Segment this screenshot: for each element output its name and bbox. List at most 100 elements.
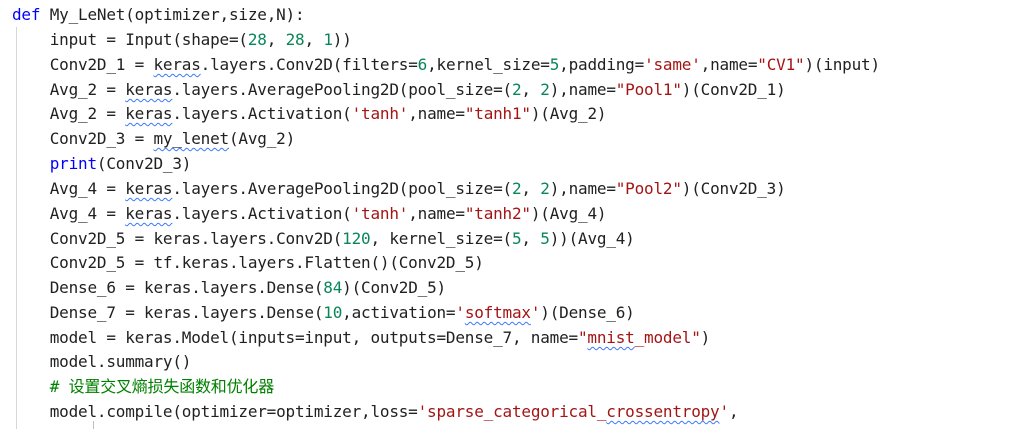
code-token: 'tanh' <box>351 204 409 223</box>
code-token: (Conv2D_3) <box>96 154 192 173</box>
code-token: Conv2D_1 = <box>12 55 154 74</box>
code-token: 5 <box>511 229 522 248</box>
code-token: ) <box>700 328 711 347</box>
code-token: Dense_7 = keras.layers.Dense( <box>12 303 324 322</box>
code-token: " <box>577 328 588 347</box>
code-token: 'sparse_categorical_ <box>417 402 607 421</box>
code-token: ,activation= <box>342 303 456 322</box>
code-token: ,name= <box>408 104 465 123</box>
code-token: Dense_6 = keras.layers.Dense( <box>12 278 324 297</box>
code-token: , <box>266 30 286 49</box>
code-line: input = Input(shape=(28, 28, 1)) <box>12 27 352 52</box>
code-token: , <box>521 229 541 248</box>
code-token: , <box>521 179 541 198</box>
code-token: .layers.AveragePooling2D(pool_size=( <box>172 179 512 198</box>
code-token: (Avg_2) <box>228 129 295 148</box>
code-line: Avg_4 = keras.layers.Activation('tanh',n… <box>12 201 607 226</box>
code-token: ' <box>719 402 730 421</box>
code-token: Conv2D_3 = <box>12 129 154 148</box>
code-token: Conv2D_5 = tf.keras.layers.Flatten()(Con… <box>12 253 484 272</box>
code-line: Conv2D_5 = keras.layers.Conv2D(120, kern… <box>12 226 635 251</box>
code-token: my_lenet <box>153 129 230 148</box>
code-token: )(Conv2D_3) <box>681 179 786 198</box>
code-token: Conv2D_5 = keras.layers.Conv2D( <box>12 229 343 248</box>
code-token: 10 <box>323 303 343 322</box>
code-line: model = keras.Model(inputs=input, output… <box>12 325 711 350</box>
code-token: , <box>521 80 541 99</box>
code-token: keras <box>125 80 173 99</box>
code-token: , kernel_size=( <box>370 229 512 248</box>
code-line: print(Conv2D_3) <box>12 151 192 176</box>
code-line: Avg_2 = keras.layers.Activation('tanh',n… <box>12 101 607 126</box>
code-token: ))(Avg_4) <box>549 229 635 248</box>
code-line: # 设置交叉熵损失函数和优化器 <box>12 374 274 399</box>
code-token: keras <box>125 204 173 223</box>
code-token: model.compile(optimizer=optimizer,loss= <box>12 402 418 421</box>
code-token: def <box>12 5 50 24</box>
code-token: ' <box>530 303 541 322</box>
code-token: "CV1" <box>757 55 805 74</box>
code-token: model = keras.Model(inputs=input, output… <box>12 328 578 347</box>
code-token: .layers.Activation( <box>172 104 352 123</box>
code-token: keras <box>125 104 173 123</box>
code-token: "tanh2" <box>464 204 531 223</box>
code-token: )(Dense_6) <box>540 303 635 322</box>
code-token: 'same' <box>644 55 701 74</box>
code-token: .layers.Activation( <box>172 204 352 223</box>
code-token: softmax <box>464 303 531 322</box>
code-token: 1 <box>323 30 333 49</box>
code-line: model.compile(optimizer=optimizer,loss='… <box>12 399 739 424</box>
code-line: Dense_6 = keras.layers.Dense(84)(Conv2D_… <box>12 275 446 300</box>
code-line: Avg_4 = keras.layers.AveragePooling2D(po… <box>12 176 786 201</box>
code-token: 28 <box>247 30 267 49</box>
code-token: mnist <box>587 328 635 347</box>
code-line: Dense_7 = keras.layers.Dense(10,activati… <box>12 300 635 325</box>
code-token: 2 <box>511 80 522 99</box>
code-token: keras <box>153 55 201 74</box>
code-token: 2 <box>540 80 550 99</box>
code-token: input = Input(shape=( <box>12 30 248 49</box>
code-token: "tanh1" <box>464 104 531 123</box>
code-token: 120 <box>342 229 371 248</box>
code-line: Conv2D_1 = keras.layers.Conv2D(filters=6… <box>12 52 880 77</box>
code-token: Avg_4 = <box>12 204 126 223</box>
code-token: 84 <box>323 278 343 297</box>
code-token: print <box>49 154 97 173</box>
code-token: 2 <box>511 179 522 198</box>
code-token: ,kernel_size= <box>427 55 550 74</box>
code-token: model.summary() <box>12 352 192 371</box>
code-line: def My_LeNet(optimizer,size,N): <box>12 2 305 27</box>
code-line: model.summary() <box>12 349 192 374</box>
code-token: ),name= <box>549 80 616 99</box>
code-token: 'tanh' <box>351 104 409 123</box>
code-token: "Pool2" <box>615 179 682 198</box>
code-token: # 设置交叉熵损失函数和优化器 <box>12 377 274 396</box>
code-token: 2 <box>540 179 550 198</box>
code-token: "Pool1" <box>615 80 682 99</box>
code-token: ,name= <box>408 204 465 223</box>
code-token: Avg_2 = <box>12 80 126 99</box>
code-token: 5 <box>549 55 560 74</box>
code-token: )(Avg_2) <box>530 104 607 123</box>
code-token: My_LeNet(optimizer,size,N): <box>49 5 305 24</box>
code-token: )(Conv2D_1) <box>681 80 786 99</box>
code-token: ),name= <box>549 179 616 198</box>
code-token: 5 <box>540 229 550 248</box>
code-token: ,padding= <box>559 55 645 74</box>
code-token: 6 <box>417 55 428 74</box>
code-token: 28 <box>285 30 305 49</box>
code-token: crossentropy <box>606 402 720 421</box>
code-line: Avg_2 = keras.layers.AveragePooling2D(po… <box>12 77 786 102</box>
code-token: , <box>304 30 324 49</box>
code-token: _model" <box>634 328 701 347</box>
code-token: ,name= <box>700 55 758 74</box>
code-token: Avg_2 = <box>12 104 126 123</box>
code-token: )) <box>332 30 352 49</box>
code-token: )(input) <box>804 55 880 74</box>
code-token: )(Conv2D_5) <box>342 278 446 297</box>
code-editor[interactable]: def My_LeNet(optimizer,size,N): input = … <box>0 0 1022 429</box>
code-token: ' <box>455 303 465 322</box>
code-line: Conv2D_5 = tf.keras.layers.Flatten()(Con… <box>12 250 484 275</box>
code-token: Avg_4 = <box>12 179 126 198</box>
